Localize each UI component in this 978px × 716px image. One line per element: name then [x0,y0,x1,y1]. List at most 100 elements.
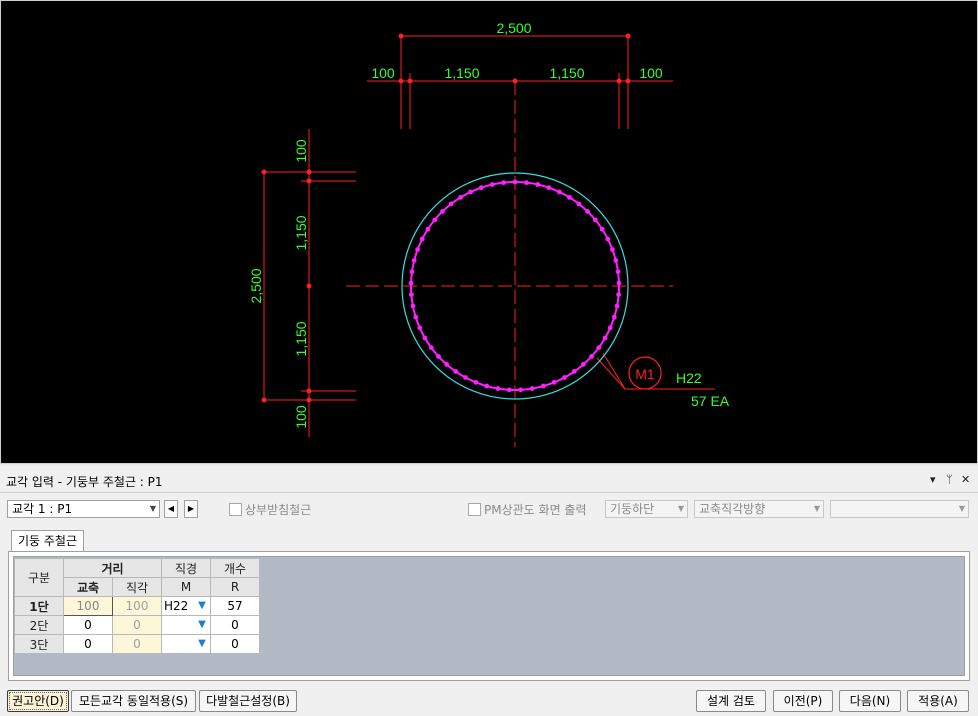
chevron-down-icon: ▼ [813,504,820,513]
dim-top-left-cover: 100 [371,65,395,81]
cell-perpendicular[interactable]: 0 [112,634,162,654]
cad-drawing-canvas[interactable]: 2,500 100 1,150 1,150 100 2,500 100 1,15… [0,0,978,464]
rebar-dot [436,354,441,359]
rebar-dot [571,369,577,374]
arrow-left-icon: ◀ [167,504,175,513]
rebar-dot [551,379,557,385]
panel-menu-icon[interactable]: ▾ [930,473,936,486]
rebar-dot [448,201,454,207]
arrow-right-icon: ▶ [187,504,195,513]
rebar-dot [596,345,602,350]
next-pier-button[interactable]: ▶ [184,500,198,518]
cell-count[interactable]: 0 [210,615,260,635]
rebar-dot [602,335,608,341]
rebar-dot [585,209,590,214]
recommend-button[interactable]: 권고안(D) [7,690,69,712]
panel-titlebar: 교각 입력 - 기둥부 주철근 : P1 ▾ ᛘ ✕ [0,470,978,493]
rebar-dot [417,325,423,331]
tab-column-main-rebar[interactable]: 기둥 주철근 [11,530,85,551]
checkbox-box [229,503,242,516]
rebar-dot [408,280,414,286]
rebar-dot [589,354,594,359]
cell-count[interactable]: 0 [210,634,260,654]
rebar-dot [484,383,490,389]
tab-content: 구분 거리 직경 개수 교축 직각 M R 1단 100 100 H22 ▼ 57… [8,551,970,681]
chevron-down-icon: ▼ [677,504,684,513]
rebar-dot [409,269,415,275]
rebar-dot [546,185,552,191]
top-support-rebar-label: 상부받침철근 [245,503,312,517]
rebar-dot [415,247,420,252]
apply-all-piers-button[interactable]: 모든교각 동일적용(S) [71,690,196,712]
design-check-button[interactable]: 설계 검토 [696,690,766,712]
pm-output-label: PM상관도 화면 출력 [484,503,587,517]
cell-diameter[interactable]: ▼ [161,634,211,654]
pm-output-checkbox[interactable]: PM상관도 화면 출력 [468,501,587,518]
prev-button[interactable]: 이전(P) [773,690,833,712]
cell-count[interactable]: 57 [210,596,260,616]
rebar-dot [535,182,541,187]
header-perpendicular: 직각 [112,577,162,597]
header-m: M [161,577,211,597]
rebar-grid: 구분 거리 직경 개수 교축 직각 M R 1단 100 100 H22 ▼ 57… [14,558,260,654]
dim-top-right-span: 1,150 [549,65,584,81]
rebar-dot [432,217,438,223]
cell-perpendicular[interactable]: 0 [112,615,162,635]
close-icon[interactable]: ✕ [961,473,970,486]
column-position-select[interactable]: 기둥하단 ▼ [605,500,688,518]
cell-diameter-value: H22 [164,599,189,613]
cell-diameter[interactable]: H22 ▼ [161,596,211,616]
rebar-dot [444,362,450,367]
cell-axial[interactable]: 0 [63,634,113,654]
multi-rebar-settings-button[interactable]: 다발철근설정(B) [199,690,297,712]
dropdown-arrow-icon[interactable]: ▼ [195,617,209,633]
pin-icon[interactable]: ᛘ [946,473,953,486]
rebar-dot [567,195,572,200]
cell-diameter[interactable]: ▼ [161,615,211,635]
chevron-down-icon: ▼ [958,504,965,513]
dim-left-total: 2,500 [248,268,264,303]
rebar-dot [410,303,416,309]
rebar-dot [576,201,582,207]
cell-axial[interactable]: 100 [63,596,113,616]
next-button[interactable]: 다음(N) [839,690,901,712]
header-axial: 교축 [63,577,113,597]
rebar-dot [422,335,428,341]
top-support-rebar-checkbox[interactable]: 상부받침철근 [229,501,311,518]
header-diameter: 직경 [161,558,211,578]
rebar-dot [607,325,613,331]
rebar-dot [468,189,474,195]
rebar-dot [425,226,431,232]
rebar-dot [473,379,479,385]
pier-select-value: 교각 1 : P1 [12,502,73,516]
column-position-value: 기둥하단 [610,502,655,516]
dropdown-arrow-icon[interactable]: ▼ [195,636,209,652]
extra-select[interactable]: ▼ [830,500,969,518]
row-label: 3단 [14,634,64,654]
rebar-count-label: 57 EA [691,393,730,409]
chevron-down-icon: ▼ [149,504,156,513]
direction-select[interactable]: 교축직각방향 ▼ [694,500,824,518]
rebar-dot [529,386,535,391]
cell-perpendicular[interactable]: 100 [112,596,162,616]
rebar-dot [506,387,512,393]
rebar-dot [518,387,524,393]
rebar-dot [614,303,620,309]
table-row: 3단 0 0 ▼ 0 [14,634,260,654]
input-panel: 교각 입력 - 기둥부 주철근 : P1 ▾ ᛘ ✕ 교각 1 : P1 ▼ ◀… [0,464,978,716]
column-section-drawing: 2,500 100 1,150 1,150 100 2,500 100 1,15… [248,20,730,447]
dim-left-bottom-span: 1,150 [293,321,309,356]
rebar-dot [463,375,468,380]
table-row: 1단 100 100 H22 ▼ 57 [14,596,260,616]
rebar-dot [512,179,518,185]
checkbox-box [468,503,481,516]
cell-axial[interactable]: 0 [63,615,113,635]
dropdown-arrow-icon[interactable]: ▼ [195,598,209,614]
rebar-dot [458,195,463,200]
pier-select[interactable]: 교각 1 : P1 ▼ [7,500,160,518]
prev-pier-button[interactable]: ◀ [164,500,178,518]
rebar-dot [453,369,459,374]
rebar-dot [524,180,529,186]
apply-button[interactable]: 적용(A) [907,690,969,712]
rebar-dot [419,236,425,242]
